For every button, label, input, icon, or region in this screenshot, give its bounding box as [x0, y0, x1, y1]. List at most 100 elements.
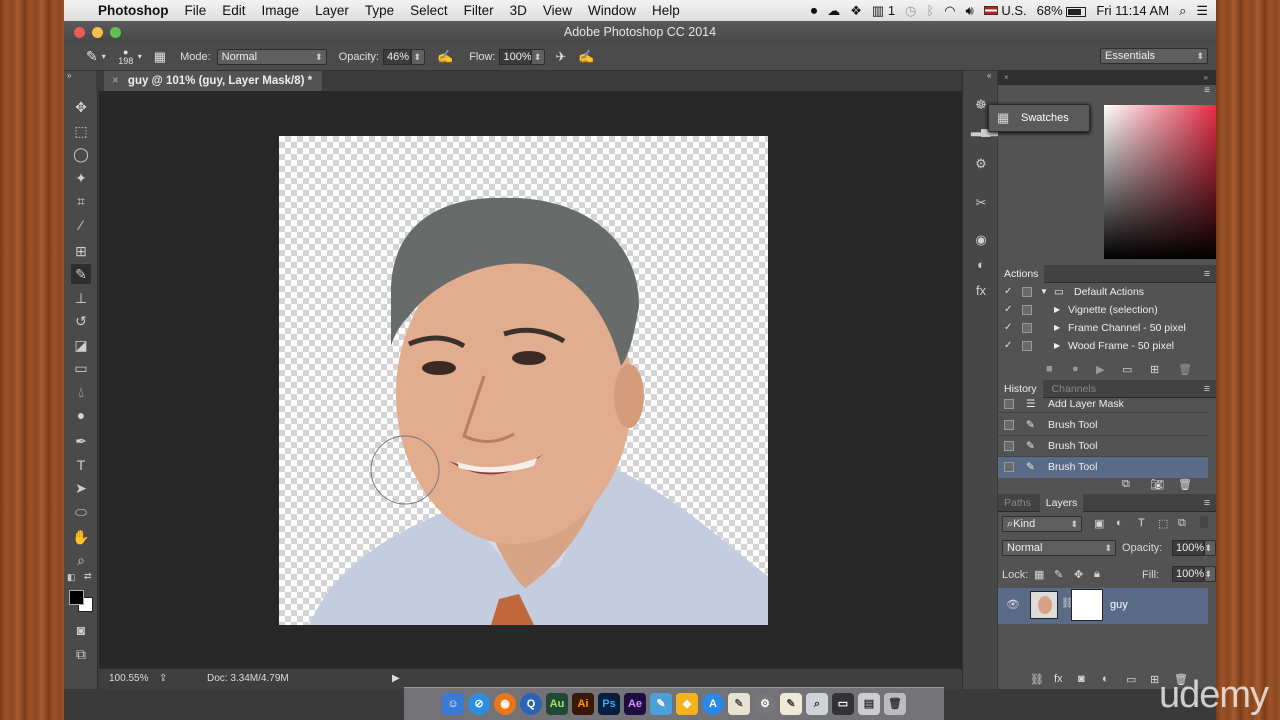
status-menu-arrow-icon[interactable]: ▶ [392, 669, 400, 689]
xcode-icon[interactable]: ✎ [650, 693, 672, 715]
eraser-tool-icon[interactable]: ◪ [71, 335, 91, 355]
action-item[interactable]: ✓ ▶ Wood Frame - 50 pixel [998, 337, 1208, 355]
menu-layer[interactable]: Layer [307, 3, 357, 18]
menu-select[interactable]: Select [402, 3, 456, 18]
workspace-select[interactable]: Essentials [1100, 48, 1208, 64]
delete-state-icon[interactable]: 🗑︎ [1178, 478, 1192, 491]
filter-smart-object-icon[interactable]: ⧉ [1178, 517, 1186, 530]
lock-transparent-icon[interactable]: ▦ [1034, 568, 1044, 581]
canvas-area[interactable] [99, 91, 962, 669]
close-panel-icon[interactable]: × [1004, 73, 1009, 82]
snapshot-source-box[interactable] [1004, 399, 1014, 409]
healing-brush-tool-icon[interactable]: ⊞ [71, 241, 91, 261]
system-preferences-icon[interactable]: ⚙ [754, 693, 776, 715]
zoom-window-button[interactable] [110, 27, 121, 38]
finder-icon[interactable]: ☺ [442, 693, 464, 715]
textedit-icon[interactable]: ✎ [780, 693, 802, 715]
after-effects-icon[interactable]: Ae [624, 693, 646, 715]
tab-layers[interactable]: Layers [1039, 494, 1084, 512]
history-brush-tool-icon[interactable]: ↺ [71, 311, 91, 331]
snapshot-icon[interactable]: 📷︎ [1150, 478, 1164, 491]
fill-toggle[interactable] [1204, 566, 1216, 582]
zoom-tool-icon[interactable]: ⌕ [71, 550, 91, 570]
filter-adjustment-icon[interactable]: ◐ [1116, 517, 1123, 529]
color-field[interactable] [1104, 105, 1216, 259]
styles-panel-icon[interactable]: fx [971, 281, 991, 301]
expand-right-icon[interactable]: ▶ [1054, 301, 1060, 319]
add-mask-icon[interactable]: ◙ [1078, 673, 1085, 685]
action-item[interactable]: ✓ ▶ Frame Channel - 50 pixel [998, 319, 1208, 337]
panels-collapse-bar[interactable]: ×» [998, 71, 1216, 85]
airbrush-icon[interactable]: ✈ [555, 49, 566, 65]
libraries-panel-icon[interactable]: ◉ [971, 230, 991, 250]
adjustments-panel-icon[interactable]: ◐ [971, 255, 991, 275]
spotlight-icon[interactable]: ⌕ [1179, 3, 1186, 19]
dialog-toggle-box[interactable] [1022, 323, 1032, 333]
wifi-icon[interactable]: ◠ [944, 3, 955, 19]
default-colors-icon[interactable]: ◧ [67, 572, 76, 583]
tab-actions[interactable]: Actions [998, 265, 1045, 283]
menu-3d[interactable]: 3D [502, 3, 535, 18]
quick-mask-icon[interactable]: ◙ [71, 620, 91, 640]
fill-input[interactable]: 100% [1172, 566, 1204, 582]
menu-edit[interactable]: Edit [214, 3, 253, 18]
illustrator-icon[interactable]: Ai [572, 693, 594, 715]
action-item[interactable]: ✓ ▶ Vignette (selection) [998, 301, 1208, 319]
play-icon[interactable]: ▶ [1096, 363, 1104, 376]
eyedropper-tool-icon[interactable]: ⁄ [71, 215, 91, 235]
record-action-icon[interactable]: ● [1072, 363, 1079, 375]
check-icon[interactable]: ✓ [1004, 301, 1012, 319]
menu-help[interactable]: Help [644, 3, 688, 18]
menubar-clock[interactable]: Fri 11:14 AM [1096, 3, 1169, 18]
notification-center-icon[interactable]: ☰ [1196, 3, 1208, 19]
quicktime-icon[interactable]: Q [520, 693, 542, 715]
menu-file[interactable]: File [177, 3, 215, 18]
trash-icon[interactable]: 🗑︎ [884, 693, 906, 715]
dock-collapse-icon[interactable]: « [987, 71, 991, 80]
panel-menu-icon[interactable]: ≡ [1204, 85, 1210, 96]
brush-picker-arrow[interactable]: ▾ [138, 52, 142, 61]
record-icon[interactable]: ⏺ [811, 3, 818, 19]
snapshot-source-box[interactable] [1004, 420, 1014, 430]
document-tab[interactable]: × guy @ 101% (guy, Layer Mask/8) * [104, 71, 323, 91]
document-canvas[interactable] [279, 136, 768, 625]
marquee-tool-icon[interactable]: ⬚ [71, 121, 91, 141]
dialog-toggle-box[interactable] [1022, 305, 1032, 315]
volume-icon[interactable]: 🔊︎ [966, 3, 974, 19]
snapshot-source-box[interactable] [1004, 462, 1014, 472]
safari-icon[interactable]: ⊘ [468, 693, 490, 715]
dialog-toggle-box[interactable] [1022, 341, 1032, 351]
foreground-color-swatch[interactable] [69, 590, 84, 605]
zoom-level[interactable]: 100.55% [109, 669, 148, 689]
clone-stamp-tool-icon[interactable]: ⊥ [71, 288, 91, 308]
pressure-opacity-icon[interactable]: ✍ [437, 49, 453, 65]
layer-style-icon[interactable]: fx [1054, 673, 1063, 685]
layer-thumbnail[interactable] [1030, 591, 1058, 619]
expand-right-icon[interactable]: ▶ [1054, 319, 1060, 337]
ellipse-tool-icon[interactable]: ⬭ [71, 502, 91, 522]
menu-filter[interactable]: Filter [456, 3, 502, 18]
brush-tool-preset-icon[interactable]: ✎ [86, 48, 98, 65]
layers-menu-icon[interactable]: ≡ [1204, 494, 1210, 512]
new-set-icon[interactable]: ▭ [1122, 363, 1132, 376]
hand-tool-icon[interactable]: ✋ [71, 527, 91, 547]
firefox-icon[interactable]: ◉ [494, 693, 516, 715]
path-selection-tool-icon[interactable]: ➤ [71, 478, 91, 498]
brush-size-picker[interactable]: ● 198 [114, 47, 138, 66]
blur-tool-icon[interactable]: 💧︎ [71, 382, 91, 402]
layer-blend-mode-select[interactable]: Normal [1002, 540, 1116, 556]
new-adjustment-icon[interactable]: ◐ [1102, 673, 1109, 685]
expand-down-icon[interactable]: ▼ [1040, 283, 1048, 301]
delete-action-icon[interactable]: 🗑︎ [1178, 363, 1192, 376]
tab-paths[interactable]: Paths [998, 494, 1037, 512]
brush-panel-toggle-icon[interactable]: ▦ [154, 49, 166, 65]
minimize-window-button[interactable] [92, 27, 103, 38]
share-icon[interactable]: ⇪ [159, 669, 167, 689]
battery[interactable]: 68% [1037, 3, 1087, 18]
notes-icon[interactable]: ✎ [728, 693, 750, 715]
filter-pixel-icon[interactable]: ▣ [1094, 517, 1104, 530]
dodge-tool-icon[interactable]: ● [71, 405, 91, 425]
app-store-icon[interactable]: A [702, 693, 724, 715]
lock-all-icon[interactable]: 🔒︎ [1094, 568, 1100, 581]
stop-icon[interactable]: ■ [1046, 363, 1053, 375]
